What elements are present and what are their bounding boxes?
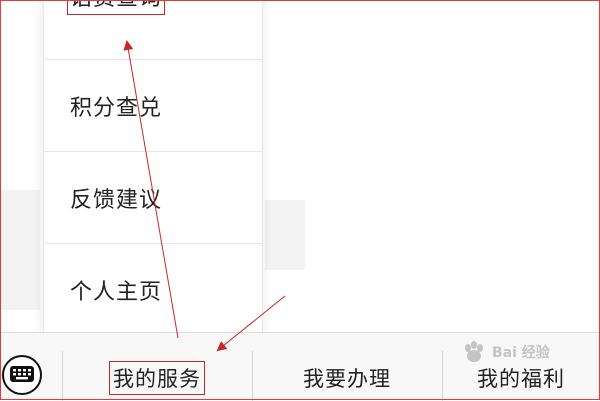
tab-label: 我的服务 [109,361,205,395]
background-speck [0,190,40,310]
menu-item-label: 个人主页 [70,280,163,305]
baidu-jingyan-watermark: Bai 经验 [462,338,582,368]
tab-my-service[interactable]: 我的服务 [62,333,252,401]
menu-item-bill-query[interactable]: 话费查询 [44,0,262,60]
background-speck [265,200,305,270]
keyboard-toggle-button[interactable] [2,355,42,395]
menu-item-label: 反馈建议 [70,187,163,213]
tab-i-want-to-handle[interactable]: 我要办理 [252,333,442,401]
menu-item-points-redeem[interactable]: 积分查兑 [44,60,262,152]
menu-item-label: 积分查兑 [70,95,163,121]
tab-label: 我要办理 [303,367,391,391]
menu-item-personal-page[interactable]: 个人主页 [44,244,262,336]
menu-item-label: 话费查询 [66,0,166,15]
paw-logo-icon [465,341,483,362]
keyboard-icon [10,366,34,382]
service-popup-menu: 话费查询 积分查兑 反馈建议 个人主页 [43,0,263,332]
watermark-text: Bai 经验 [492,345,550,361]
menu-item-feedback[interactable]: 反馈建议 [44,152,262,244]
